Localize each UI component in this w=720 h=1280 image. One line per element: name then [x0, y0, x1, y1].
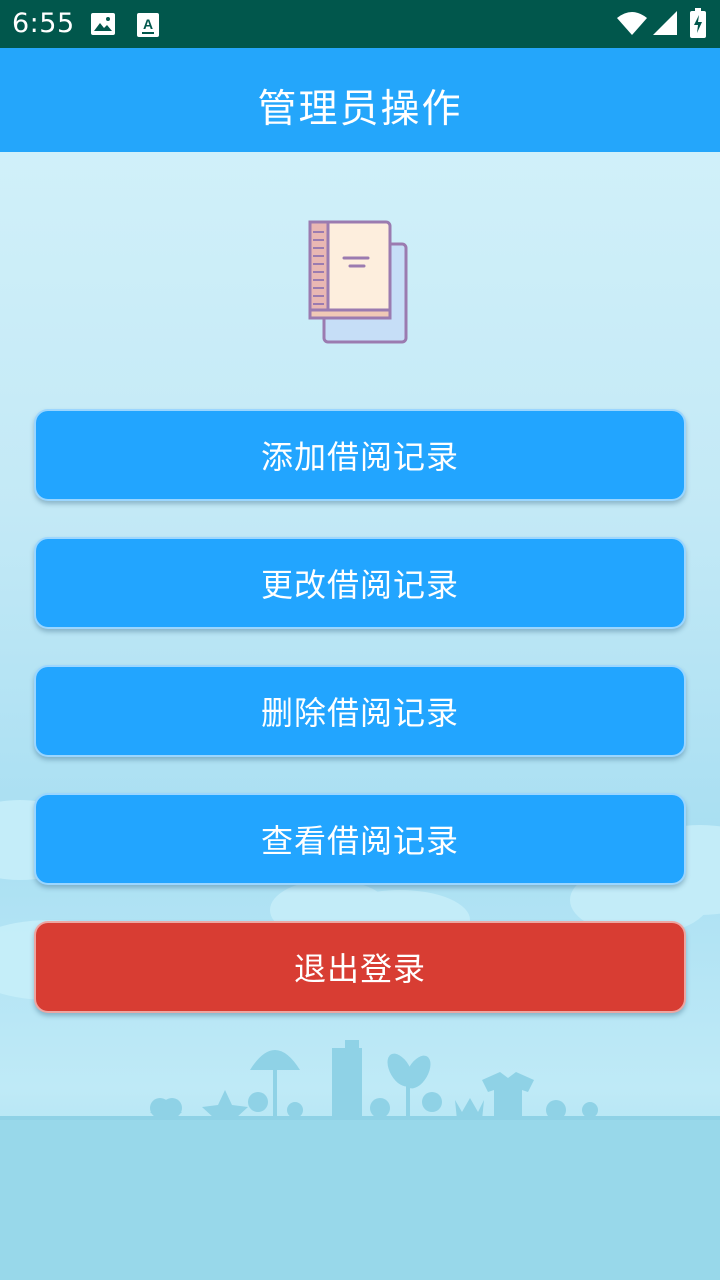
edit-record-button[interactable]: 更改借阅记录: [34, 537, 686, 629]
battery-icon: [690, 8, 706, 38]
svg-text:A: A: [143, 16, 153, 32]
signal-icon: [653, 11, 677, 35]
wifi-icon: [617, 12, 647, 35]
page-title: 管理员操作: [257, 87, 463, 132]
status-time: 6:55: [12, 8, 75, 39]
status-bar: 6:55 A: [0, 0, 720, 48]
delete-record-button[interactable]: 删除借阅记录: [34, 665, 686, 757]
view-records-button[interactable]: 查看借阅记录: [34, 793, 686, 885]
add-record-button[interactable]: 添加借阅记录: [34, 409, 686, 501]
book-icon: [308, 220, 408, 344]
ground-strip: [0, 1120, 720, 1280]
app-bar: 管理员操作: [0, 48, 720, 152]
logout-button[interactable]: 退出登录: [34, 921, 686, 1013]
image-icon: [91, 13, 115, 35]
keyboard-a-icon: A: [137, 13, 159, 37]
